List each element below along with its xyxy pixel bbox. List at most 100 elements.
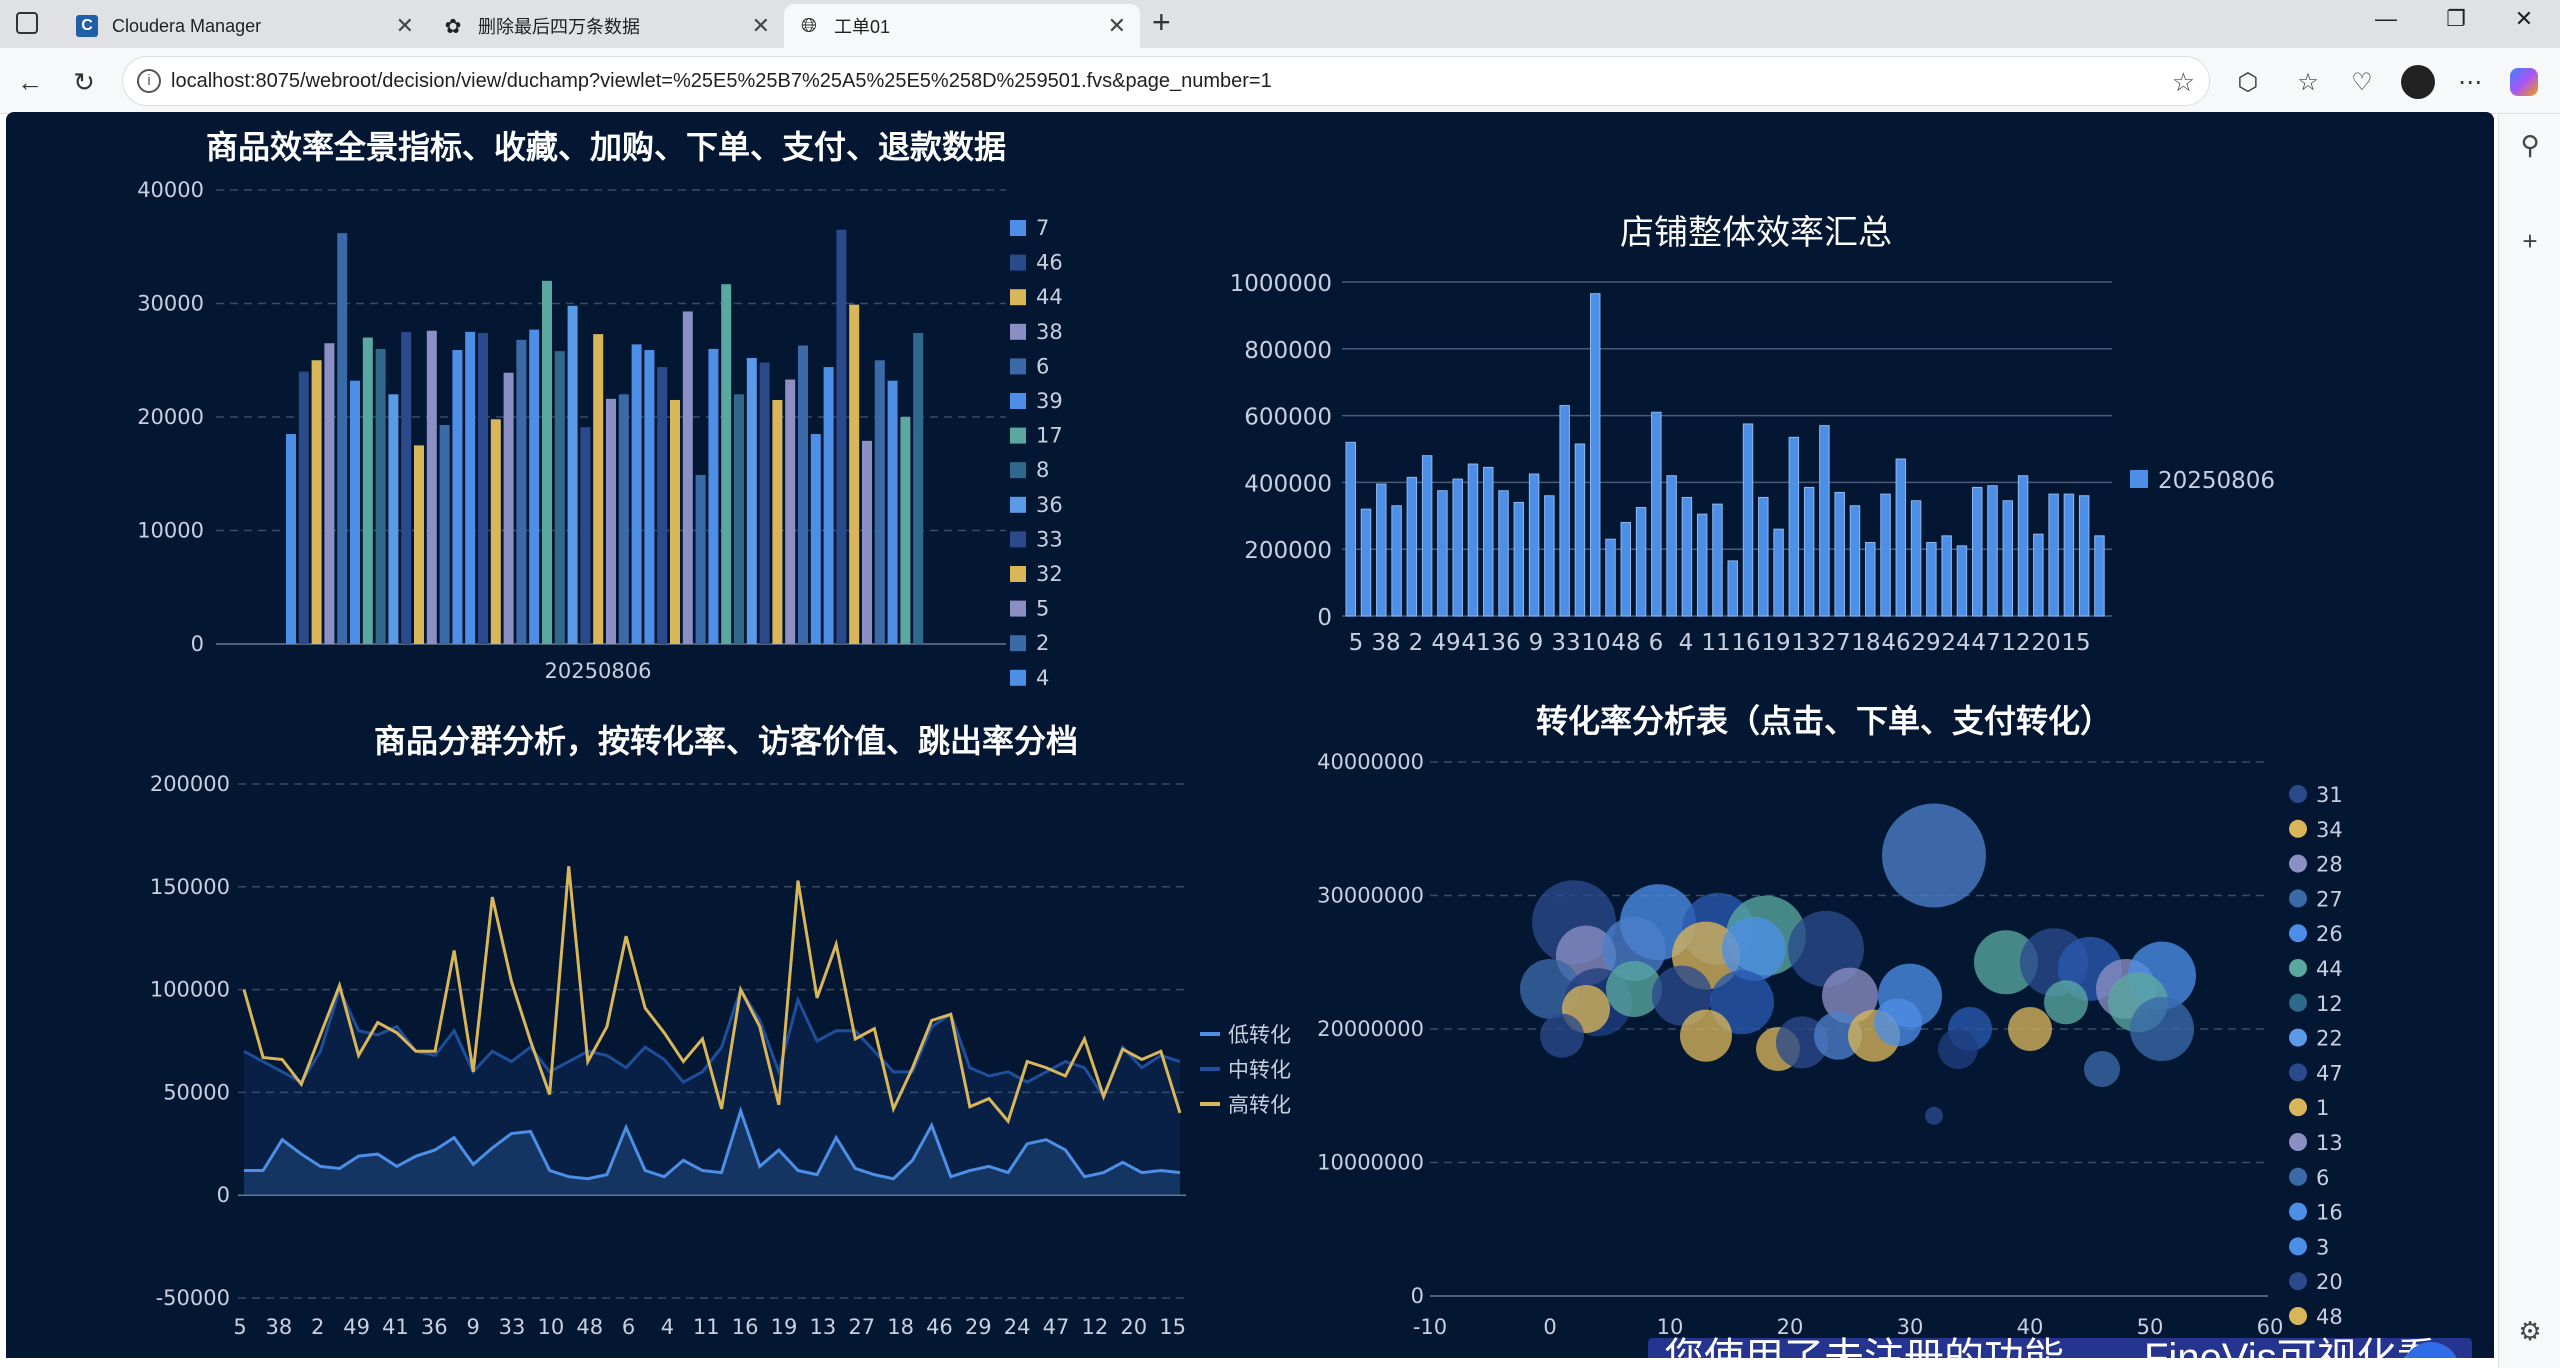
add-icon[interactable]: +	[2513, 224, 2547, 258]
chart1-bar	[900, 417, 911, 644]
site-info-icon[interactable]: i	[137, 69, 161, 93]
chart3-x-tick: 33	[499, 1315, 526, 1339]
favorite-star-icon[interactable]: ☆	[2172, 67, 2195, 98]
chart2-bar	[2063, 493, 2075, 617]
chart2-x-tick: 2	[1409, 630, 1424, 656]
chart2-x-tick: 33	[1551, 630, 1580, 656]
chart4-legend-swatch	[2289, 1237, 2307, 1256]
chart1-y-tick: 20000	[137, 405, 204, 429]
chart4-point	[1874, 998, 1922, 1047]
new-tab-button[interactable]: +	[1152, 4, 1171, 41]
chart2-y-tick: 400000	[1244, 471, 1332, 497]
cloudera-icon: C	[76, 15, 98, 37]
chart1-bar	[401, 331, 412, 644]
unregistered-watermark: 您使用了未注册的功能——FineVis可视化看板	[1648, 1336, 2472, 1358]
chart2-bar	[1559, 405, 1570, 617]
chart3-y-tick: 150000	[150, 875, 230, 899]
minimize-icon[interactable]: —	[2356, 6, 2416, 32]
profile-avatar[interactable]	[2398, 62, 2438, 102]
favorites-icon[interactable]: ☆	[2288, 62, 2328, 102]
chart1-bar	[746, 357, 757, 644]
chart1-bar	[337, 233, 348, 644]
tab-actions-icon[interactable]	[16, 12, 38, 34]
chart1-bar	[465, 331, 476, 644]
chart2-x-tick: 47	[1971, 630, 2000, 656]
chart-conversion-scatter: 转化率分析表（点击、下单、支付转化） 40000000 30000000 20000…	[1317, 702, 2343, 1339]
chart3-x-tick: 9	[466, 1315, 479, 1339]
chart1-bar	[887, 380, 898, 644]
chart2-bar	[1681, 496, 1693, 617]
close-icon[interactable]: ✕	[396, 13, 414, 39]
chart1-x-tick: 20250806	[545, 659, 652, 683]
chart1-legend-swatch	[1010, 427, 1026, 444]
restore-icon[interactable]: ❐	[2426, 6, 2486, 32]
url-field[interactable]: i localhost:8075/webroot/decision/view/d…	[122, 56, 2210, 106]
chart2-bar	[2078, 495, 2090, 617]
url-text: localhost:8075/webroot/decision/view/duc…	[171, 69, 1272, 92]
chart1-bar	[721, 284, 732, 644]
search-icon[interactable]: ⚲	[2513, 128, 2547, 162]
chart3-y-tick: -50000	[156, 1286, 230, 1310]
window-close-icon[interactable]: ✕	[2494, 6, 2554, 32]
chart2-x-tick: 36	[1491, 630, 1520, 656]
settings-gear-icon[interactable]: ⚙	[2513, 1314, 2547, 1348]
chart2-x-tick: 29	[1911, 630, 1940, 656]
close-icon[interactable]: ✕	[752, 13, 770, 39]
chart4-legend-swatch	[2289, 1028, 2307, 1047]
chart2-bar	[1437, 490, 1448, 617]
chart2-bar	[1376, 483, 1387, 617]
chart2-bar	[1345, 441, 1356, 617]
chart1-legend-label: 8	[1036, 458, 1049, 482]
chart2-title: 店铺整体效率汇总	[1620, 213, 1892, 253]
chart2-y-tick: 600000	[1244, 405, 1332, 431]
tab-workorder[interactable]: 🌐︎ 工单01 ✕	[784, 4, 1140, 48]
chart2-legend-label: 20250806	[2158, 468, 2275, 494]
chart4-legend-label: 3	[2316, 1235, 2329, 1259]
extensions-icon[interactable]: ⬡	[2228, 62, 2268, 102]
reload-icon[interactable]: ↻	[64, 62, 104, 102]
back-arrow-icon[interactable]: ←	[10, 62, 50, 102]
chart1-bar	[862, 440, 872, 644]
chart2-bar	[2017, 475, 2029, 617]
chart2-bar	[1880, 493, 1891, 617]
chart1-bar	[286, 434, 296, 644]
chart2-x-tick: 9	[1529, 630, 1544, 656]
copilot-icon[interactable]	[2504, 62, 2544, 102]
chart2-bar	[1574, 443, 1586, 617]
chart3-x-tick: 2	[311, 1315, 324, 1339]
chart4-legend-label: 12	[2316, 992, 2343, 1016]
chart2-bar	[1528, 473, 1540, 617]
chart2-bar	[1391, 505, 1402, 617]
chart1-legend-swatch	[1010, 531, 1026, 548]
chart2-bar	[1956, 545, 1968, 617]
chart1-legend-label: 33	[1036, 527, 1063, 551]
chart1-legend-label: 2	[1036, 631, 1049, 655]
chart2-x-tick: 13	[1791, 630, 1820, 656]
chart2-bar	[1834, 491, 1845, 617]
chart1-bar	[810, 434, 821, 644]
tab-cloudera-manager[interactable]: C Cloudera Manager ✕	[62, 4, 428, 48]
chart1-bar	[452, 350, 463, 644]
chart2-bar	[1589, 293, 1601, 617]
chart1-y-tick: 30000	[137, 292, 204, 316]
chart1-bar	[734, 394, 744, 644]
chart3-x-tick: 12	[1081, 1315, 1108, 1339]
chart1-legend-swatch	[1010, 635, 1026, 652]
tab-delete-data[interactable]: ✿ 删除最后四万条数据 ✕	[428, 4, 784, 48]
more-menu-icon[interactable]: ⋯	[2450, 62, 2490, 102]
chart1-legend-swatch	[1010, 600, 1026, 617]
chart3-x-tick: 18	[887, 1315, 914, 1339]
chart4-legend-label: 26	[2316, 922, 2343, 946]
chart2-bar	[1513, 501, 1525, 617]
chart1-y-tick: 40000	[137, 178, 204, 202]
chart1-bar	[580, 427, 591, 644]
chart2-bar	[1773, 528, 1784, 617]
chart4-y-tick: 0	[1411, 1284, 1424, 1308]
close-icon[interactable]: ✕	[1108, 13, 1126, 39]
chart3-x-tick: 16	[732, 1315, 759, 1339]
chart2-bar	[1467, 463, 1479, 617]
chart1-bar	[631, 344, 642, 644]
chart1-bar	[554, 351, 565, 644]
chart2-bar	[1971, 486, 1983, 617]
browser-essentials-icon[interactable]: ♡	[2342, 62, 2382, 102]
